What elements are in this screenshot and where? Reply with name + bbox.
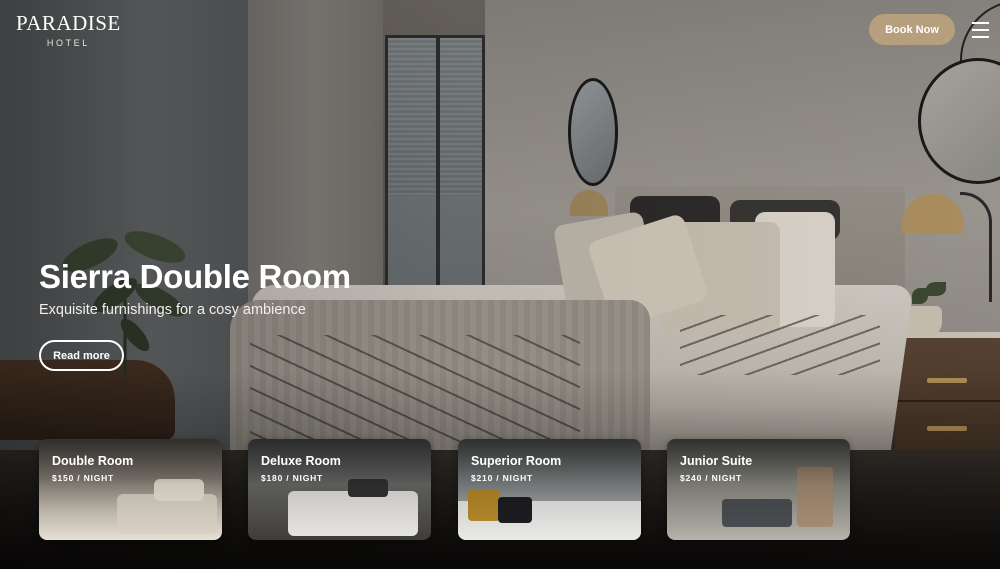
room-card-superior[interactable]: Superior Room $210 / NIGHT bbox=[458, 439, 641, 540]
hero-subtitle: Exquisite furnishings for a cosy ambienc… bbox=[39, 302, 306, 318]
hamburger-menu-icon[interactable] bbox=[972, 22, 990, 38]
room-card-double[interactable]: Double Room $150 / NIGHT bbox=[39, 439, 222, 540]
room-price: $150 / NIGHT bbox=[52, 473, 115, 483]
hero-title: Sierra Double Room bbox=[39, 258, 351, 295]
room-price: $240 / NIGHT bbox=[680, 473, 743, 483]
logo-subtitle: HOTEL bbox=[46, 38, 90, 48]
room-card-junior-suite[interactable]: Junior Suite $240 / NIGHT bbox=[667, 439, 850, 540]
hotel-logo[interactable]: PARADISE HOTEL bbox=[16, 12, 121, 48]
room-name: Deluxe Room bbox=[261, 454, 341, 468]
read-more-button[interactable]: Read more bbox=[39, 340, 124, 371]
room-name: Double Room bbox=[52, 454, 134, 468]
room-card-deluxe[interactable]: Deluxe Room $180 / NIGHT bbox=[248, 439, 431, 540]
room-name: Superior Room bbox=[471, 454, 562, 468]
logo-name: PARADISE bbox=[16, 11, 121, 35]
book-now-button[interactable]: Book Now bbox=[869, 14, 955, 45]
room-price: $180 / NIGHT bbox=[261, 473, 324, 483]
room-name: Junior Suite bbox=[680, 454, 753, 468]
room-price: $210 / NIGHT bbox=[471, 473, 534, 483]
